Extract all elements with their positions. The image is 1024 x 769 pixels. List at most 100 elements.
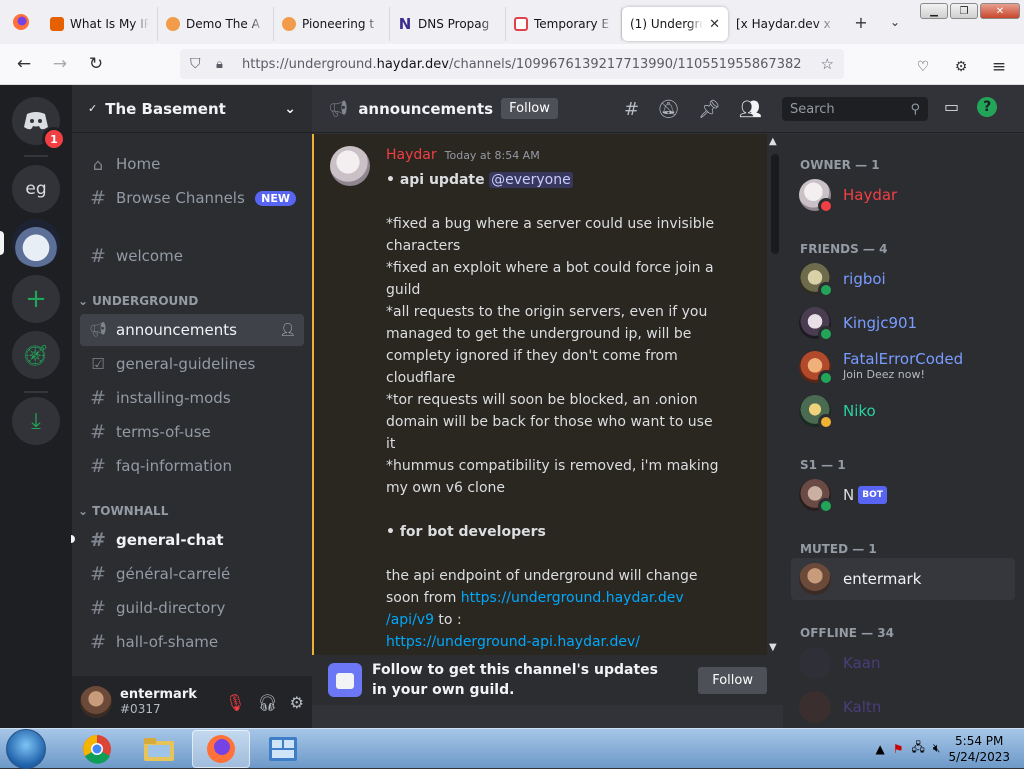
action-center-flag-icon[interactable]: ⚑ bbox=[893, 742, 904, 756]
message-scrollbar[interactable]: ▲ ▼ bbox=[767, 134, 783, 655]
headphones-icon[interactable]: 🎧︎ bbox=[257, 693, 277, 712]
message-link[interactable]: https://underground-api.haydar.dev/ bbox=[386, 634, 640, 650]
pin-icon[interactable]: 📌︎ bbox=[698, 99, 721, 120]
category-underground[interactable]: ⌄ UNDERGROUND bbox=[78, 294, 198, 308]
follow-bar-button[interactable]: Follow bbox=[698, 666, 767, 694]
channel-welcome[interactable]: # welcome bbox=[80, 240, 304, 272]
guild-the-basement[interactable] bbox=[12, 219, 60, 267]
follow-button[interactable]: Follow bbox=[501, 98, 558, 119]
network-icon[interactable]: 🖧︎ bbox=[912, 738, 925, 759]
scroll-thumb[interactable] bbox=[771, 154, 779, 254]
tray-expand-icon[interactable]: ▲ bbox=[876, 742, 885, 756]
tab-pioneering[interactable]: Pioneering t bbox=[274, 7, 390, 41]
start-button[interactable] bbox=[6, 728, 46, 769]
tab-haydar-dev[interactable]: [x Haydar.dev x bbox=[728, 7, 844, 41]
new-tab-icon[interactable]: + bbox=[844, 7, 878, 37]
tab-what-is-my-ip[interactable]: What Is My IP A bbox=[42, 7, 158, 41]
settings-gear-icon[interactable]: ⚙ bbox=[290, 693, 304, 712]
message-author[interactable]: Haydar bbox=[386, 147, 437, 163]
download-icon[interactable]: ⤓ bbox=[12, 397, 60, 445]
lock-icon[interactable]: 🔒︎ bbox=[216, 57, 223, 72]
guild-eg[interactable]: eg bbox=[12, 165, 60, 213]
extensions-icon[interactable]: ⚙ bbox=[944, 49, 978, 85]
member-item[interactable]: Kingjc901 bbox=[791, 302, 1015, 344]
bookmark-star-icon[interactable]: ☆ bbox=[821, 55, 834, 73]
tab-dns-propagation[interactable]: N DNS Propag bbox=[390, 7, 506, 41]
guild-separator bbox=[24, 155, 48, 157]
tracking-shield-icon[interactable]: ⛉ bbox=[190, 56, 201, 72]
guild-sidebar: 1 eg + 🧭︎ ⤓ bbox=[0, 85, 72, 728]
avatar bbox=[799, 691, 831, 723]
member-item[interactable]: Niko bbox=[791, 390, 1015, 432]
address-bar[interactable]: ⛉ 🔒︎ https://underground.haydar.dev/chan… bbox=[180, 49, 844, 79]
reload-icon[interactable]: ↻ bbox=[78, 46, 114, 82]
pocket-icon[interactable]: ♡ bbox=[906, 49, 940, 85]
hash-icon: # bbox=[90, 529, 106, 551]
help-icon[interactable]: ? bbox=[977, 97, 998, 117]
tab-label: What Is My IP A bbox=[70, 17, 149, 31]
scroll-down-icon[interactable]: ▼ bbox=[769, 642, 777, 653]
member-item[interactable]: rigboi bbox=[791, 258, 1015, 300]
firefox-menu-icon[interactable] bbox=[0, 0, 42, 44]
add-server-icon[interactable]: + bbox=[12, 275, 60, 323]
member-item[interactable]: entermark bbox=[791, 558, 1015, 600]
close-tab-icon[interactable]: ✕ bbox=[709, 17, 720, 32]
back-icon[interactable]: ← bbox=[6, 46, 42, 82]
volume-muted-icon[interactable]: 🔇︎ bbox=[933, 741, 941, 756]
channel-terms-of-use[interactable]: # terms-of-use bbox=[80, 416, 304, 448]
forward-icon[interactable]: → bbox=[42, 46, 78, 82]
threads-icon[interactable]: # bbox=[624, 99, 639, 120]
member-name: Niko bbox=[843, 402, 876, 420]
category-townhall[interactable]: ⌄ TOWNHALL bbox=[78, 504, 168, 518]
channel-installing-mods[interactable]: # installing-mods bbox=[80, 382, 304, 414]
search-input[interactable]: Search ⚲ bbox=[782, 97, 928, 121]
member-item[interactable]: FatalErrorCoded Join Deez now! bbox=[791, 346, 1015, 388]
inbox-icon[interactable]: ▭ bbox=[944, 97, 959, 117]
browse-channels-item[interactable]: # Browse Channels NEW bbox=[80, 182, 304, 214]
home-item[interactable]: ⌂ Home bbox=[80, 148, 304, 180]
notification-bell-muted-icon[interactable]: 🔕︎ bbox=[657, 99, 680, 120]
member-group-header: OWNER — 1 bbox=[800, 158, 880, 172]
invite-icon[interactable]: 👤︎ bbox=[279, 323, 296, 338]
scroll-up-icon[interactable]: ▲ bbox=[769, 136, 777, 147]
channel-general-carrele[interactable]: # général-carrelé bbox=[80, 558, 304, 590]
server-header[interactable]: ✓ The Basement ⌄ bbox=[72, 85, 312, 133]
hamburger-menu-icon[interactable]: ≡ bbox=[982, 49, 1016, 85]
member-item[interactable]: Kaltn bbox=[791, 686, 1015, 728]
bold-heading: api update bbox=[399, 172, 485, 188]
avatar[interactable] bbox=[80, 686, 112, 718]
maximize-icon[interactable]: ❐ bbox=[950, 3, 978, 19]
channel-hall-of-shame[interactable]: # hall-of-shame bbox=[80, 626, 304, 658]
channel-announcements[interactable]: 📢︎ announcements 👤︎ bbox=[80, 314, 304, 346]
close-window-icon[interactable]: ✕ bbox=[980, 3, 1020, 19]
member-item[interactable]: N BOT bbox=[791, 474, 1015, 516]
firefox-icon[interactable] bbox=[192, 729, 250, 768]
chrome-icon[interactable] bbox=[68, 730, 126, 768]
minimize-icon[interactable]: ▁ bbox=[920, 3, 948, 19]
member-item[interactable]: Kaan bbox=[791, 642, 1015, 684]
member-item[interactable]: Haydar bbox=[791, 174, 1015, 216]
member-list-icon[interactable]: 👥︎ bbox=[739, 99, 762, 120]
window-controls: ▁ ❐ ✕ bbox=[920, 3, 1020, 19]
mute-microphone-icon[interactable]: 🎙︎ bbox=[225, 693, 245, 712]
avatar[interactable] bbox=[330, 146, 370, 186]
message-line: *tor requests will soon be blocked, an .… bbox=[386, 389, 726, 455]
tab-underground[interactable]: (1) Undergrou ✕ bbox=[622, 7, 728, 41]
message-line: • api update @everyone bbox=[386, 169, 726, 191]
tab-list-chevron-icon[interactable]: ⌄ bbox=[878, 7, 912, 37]
clock[interactable]: 5:54 PM 5/24/2023 bbox=[948, 733, 1010, 765]
channel-guild-directory[interactable]: # guild-directory bbox=[80, 592, 304, 624]
control-panel-icon[interactable] bbox=[254, 730, 312, 768]
channel-general-chat[interactable]: # general-chat bbox=[80, 524, 304, 556]
channel-label: announcements bbox=[116, 321, 237, 339]
channel-label: terms-of-use bbox=[116, 423, 211, 441]
file-explorer-icon[interactable] bbox=[130, 730, 188, 768]
channel-faq-information[interactable]: # faq-information bbox=[80, 450, 304, 482]
channel-general-guidelines[interactable]: ☑ general-guidelines bbox=[80, 348, 304, 380]
everyone-mention[interactable]: @everyone bbox=[489, 172, 573, 188]
message-line: • for bot developers bbox=[386, 521, 726, 543]
member-info: Haydar bbox=[843, 187, 897, 203]
tab-temporary-email[interactable]: Temporary E bbox=[506, 7, 622, 41]
tab-demo[interactable]: Demo The A bbox=[158, 7, 274, 41]
explore-compass-icon[interactable]: 🧭︎ bbox=[12, 331, 60, 379]
